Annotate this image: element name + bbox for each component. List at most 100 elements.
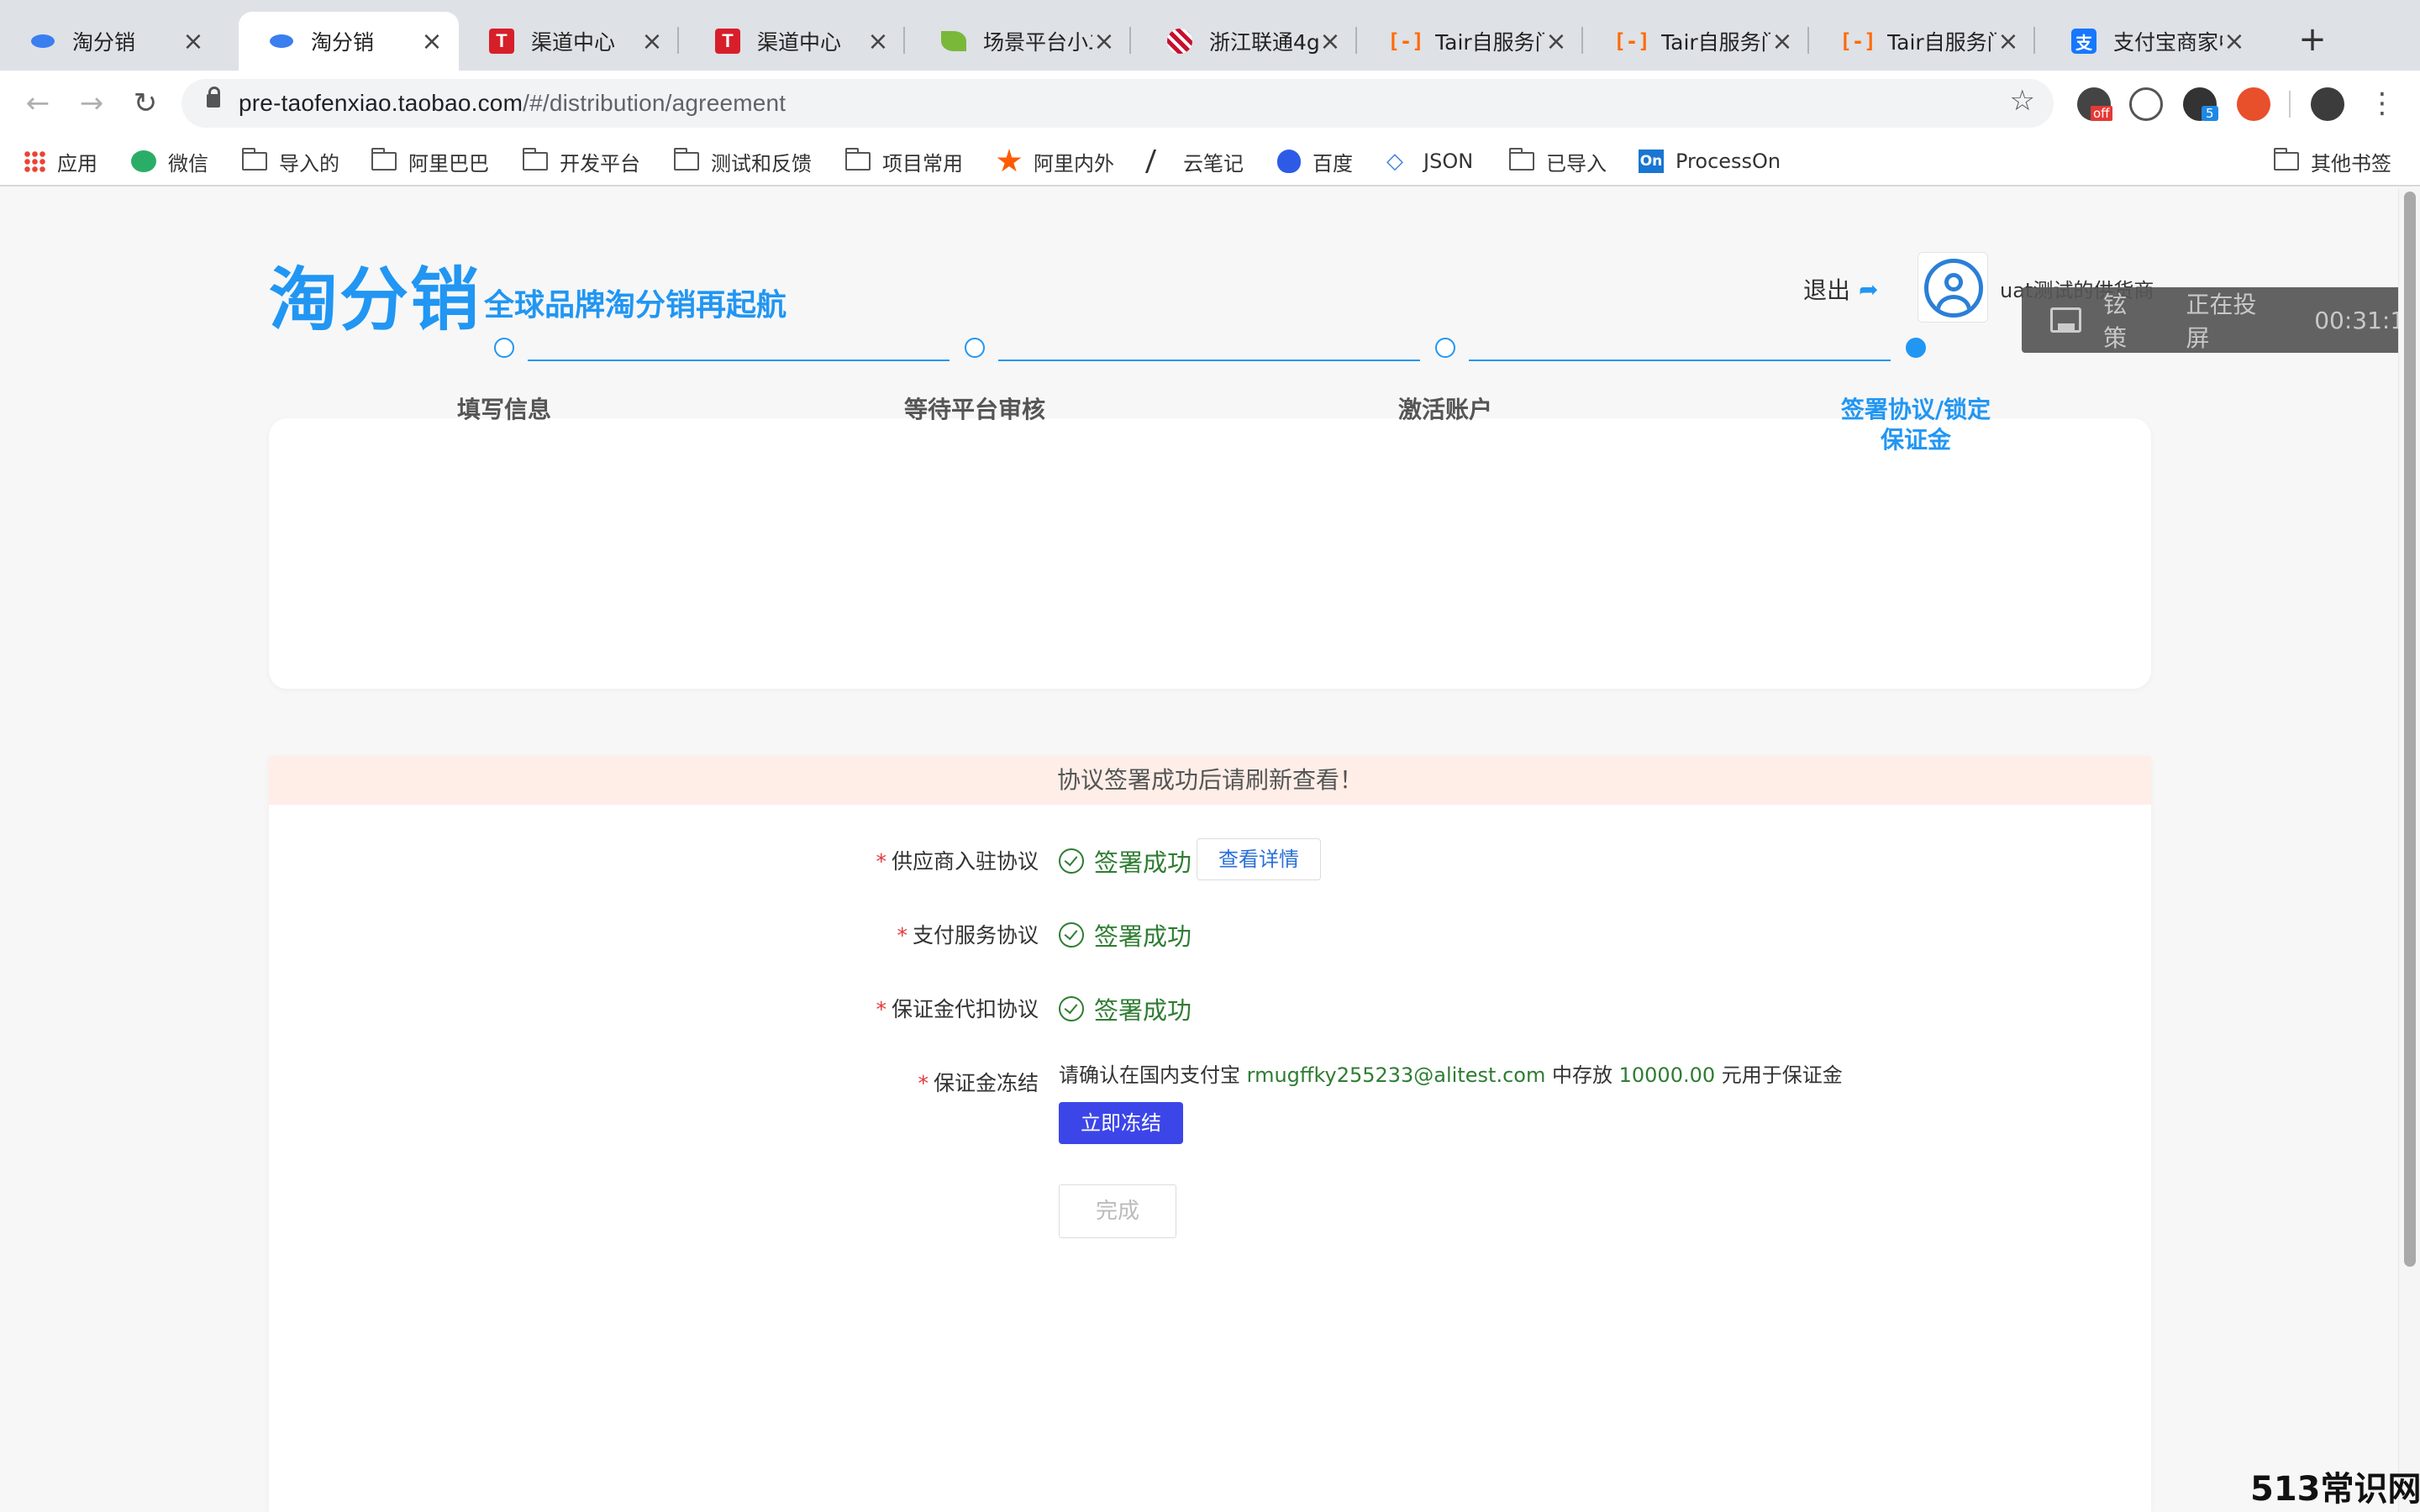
github-icon[interactable]: 5	[2183, 87, 2218, 121]
bookmark-dev-platform[interactable]: 开发平台	[523, 136, 640, 186]
step-label-2: 等待平台审核	[903, 396, 1045, 423]
extension-off-icon[interactable]: off	[2077, 87, 2112, 121]
bookmark-ali-inside[interactable]: 阿里内外	[997, 136, 1114, 186]
close-icon[interactable]: ×	[866, 27, 890, 56]
tab-title: Tair自服务门	[1661, 30, 1770, 55]
extension-brackets-icon[interactable]	[2129, 87, 2163, 121]
tab-8[interactable]: [-] Tair自服务门 ×	[1589, 12, 1809, 71]
step-node-4	[1906, 338, 1926, 358]
logout-button[interactable]: 退出 ➦	[1803, 272, 1878, 306]
close-icon[interactable]: ×	[1770, 27, 1794, 56]
forward-icon[interactable]: →	[71, 82, 113, 124]
folder-icon	[242, 148, 267, 171]
close-icon[interactable]: ×	[182, 27, 205, 56]
extension-red-icon[interactable]	[2237, 87, 2270, 121]
tab-title: 场景平台小二	[983, 30, 1092, 55]
browser-toolbar: ← → ↻ pre-taofenxiao.taobao.com/#/distri…	[0, 71, 2420, 136]
close-icon[interactable]: ×	[1092, 27, 1116, 56]
tab-title: Tair自服务门	[1887, 30, 1996, 55]
tab-3[interactable]: T 渠道中心 ×	[459, 12, 679, 71]
check-circle-icon	[1059, 996, 1084, 1021]
form-label: * 保证金冻结	[918, 1071, 1039, 1095]
screen-cast-bar[interactable]: 铉策 正在投屏 00:31:11	[2022, 287, 2420, 353]
status-signed: 签署成功	[1059, 917, 1192, 953]
bookmark-json[interactable]: ◇ JSON	[1386, 136, 1473, 186]
address-bar[interactable]: pre-taofenxiao.taobao.com/#/distribution…	[182, 79, 2054, 128]
folder-icon	[674, 148, 699, 171]
status-signed: 签署成功	[1059, 991, 1192, 1026]
alibaba-star-icon	[997, 149, 1022, 172]
tab-1[interactable]: 淘分销 ×	[0, 12, 220, 71]
tab-title: 淘分销	[72, 30, 136, 55]
cast-status: 正在投屏	[2186, 291, 2257, 352]
tab-6[interactable]: 浙江联通4g ×	[1137, 12, 1357, 71]
bookmark-imported-2[interactable]: 已导入	[1509, 136, 1607, 186]
unicom-icon	[1167, 29, 1192, 54]
processon-icon: On	[1639, 150, 1664, 173]
user-avatar[interactable]	[1918, 252, 1988, 323]
wechat-icon	[131, 150, 156, 172]
reload-icon[interactable]: ↻	[124, 82, 166, 124]
close-icon[interactable]: ×	[420, 27, 444, 56]
tab-5[interactable]: 场景平台小二 ×	[911, 12, 1131, 71]
folder-icon	[845, 148, 871, 171]
status-signed: 签署成功	[1059, 843, 1192, 879]
scrollbar-thumb[interactable]	[2404, 192, 2416, 1267]
bookmark-imported[interactable]: 导入的	[242, 136, 339, 186]
view-details-button[interactable]: 查看详情	[1197, 838, 1321, 880]
tab-title: 淘分销	[311, 30, 375, 55]
check-circle-icon	[1059, 848, 1084, 874]
back-icon[interactable]: ←	[17, 82, 59, 124]
aliyun-icon: [-]	[1839, 29, 1876, 53]
tab-strip: 淘分销 × 淘分销 × T 渠道中心 × T 渠道中心 × 场景平台小二 × 浙…	[0, 0, 2420, 71]
bookmark-wechat[interactable]: 微信	[131, 136, 208, 186]
bookmark-project[interactable]: 项目常用	[845, 136, 963, 186]
bookmark-test-feedback[interactable]: 测试和反馈	[674, 136, 812, 186]
site-slogan: 全球品牌淘分销再起航	[484, 288, 787, 323]
tab-title: 渠道中心	[531, 30, 616, 55]
bookmark-alibaba[interactable]: 阿里巴巴	[371, 136, 489, 186]
taofenxiao-icon	[30, 29, 55, 54]
tab-title: Tair自服务门	[1435, 30, 1544, 55]
alipay-account: rmugffky255233@alitest.com	[1246, 1063, 1546, 1087]
tab-title: 浙江联通4g	[1209, 30, 1318, 55]
bookmark-star-icon[interactable]: ☆	[2010, 84, 2035, 118]
tab-10[interactable]: 支 支付宝商家中 ×	[2041, 12, 2261, 71]
page-scrollbar[interactable]	[2398, 188, 2420, 1512]
user-icon	[1924, 259, 1983, 318]
close-icon[interactable]: ×	[1544, 27, 1568, 56]
watermark: 513常识网	[2250, 1470, 2420, 1509]
tab-9[interactable]: [-] Tair自服务门 ×	[1815, 12, 2035, 71]
leaf-icon	[941, 29, 966, 54]
progress-steps-card	[269, 418, 2151, 689]
close-icon[interactable]: ×	[2223, 27, 2246, 56]
step-node-2	[965, 338, 985, 358]
step-connector	[1469, 360, 1891, 361]
check-circle-icon	[1059, 922, 1084, 948]
tab-title: 渠道中心	[757, 30, 842, 55]
profile-avatar-icon[interactable]	[2311, 87, 2344, 121]
site-logo[interactable]: 淘分销	[269, 244, 481, 344]
done-button[interactable]: 完成	[1059, 1184, 1176, 1238]
bookmark-apps[interactable]: 应用	[24, 136, 97, 186]
close-icon[interactable]: ×	[640, 27, 664, 56]
bookmark-baidu[interactable]: 百度	[1277, 136, 1353, 186]
bookmark-cloud-note[interactable]: 云笔记	[1144, 136, 1244, 186]
bookmark-other[interactable]: 其他书签	[2274, 136, 2391, 186]
bookmark-processon[interactable]: On ProcessOn	[1639, 136, 1781, 186]
taofenxiao-icon	[269, 29, 294, 54]
close-icon[interactable]: ×	[1318, 27, 1342, 56]
form-label: * 保证金代扣协议	[876, 997, 1039, 1021]
tab-7[interactable]: [-] Tair自服务门 ×	[1363, 12, 1583, 71]
projector-icon	[2050, 307, 2082, 333]
step-connector	[528, 360, 950, 361]
tab-2[interactable]: 淘分销 ×	[239, 12, 459, 71]
tab-4[interactable]: T 渠道中心 ×	[685, 12, 905, 71]
url-text[interactable]: pre-taofenxiao.taobao.com/#/distribution…	[239, 79, 786, 128]
new-tab-button[interactable]: +	[2294, 20, 2331, 62]
freeze-now-button[interactable]: 立即冻结	[1059, 1102, 1183, 1144]
close-icon[interactable]: ×	[1996, 27, 2020, 56]
json-icon: ◇	[1386, 149, 1403, 174]
step-node-1	[494, 338, 514, 358]
menu-icon[interactable]: ⋮	[2361, 82, 2403, 124]
